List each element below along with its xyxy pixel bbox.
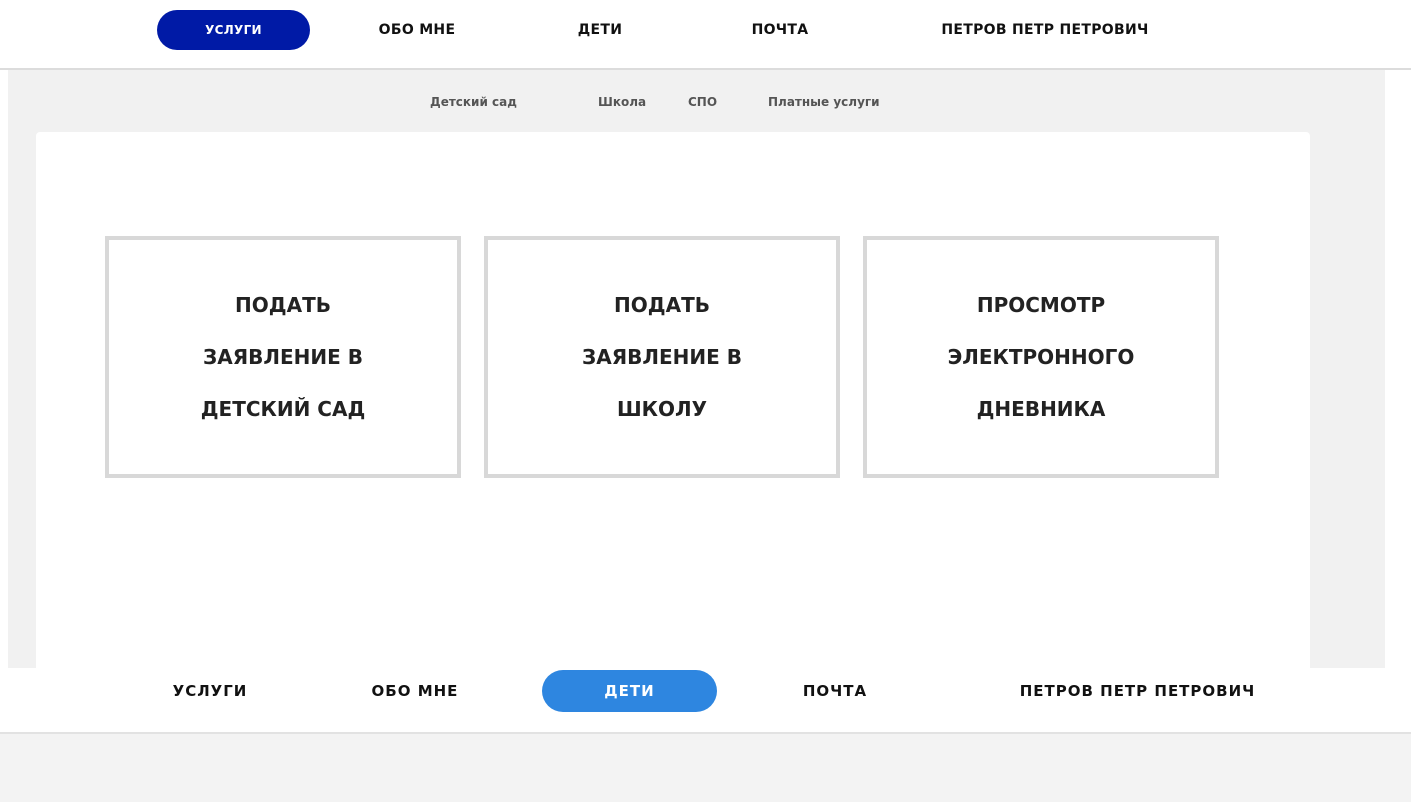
bottom-content-area xyxy=(0,734,1411,802)
bottom-nav: УСЛУГИ ОБО МНЕ ДЕТИ ПОЧТА ПЕТРОВ ПЕТР ПЕ… xyxy=(0,668,1411,734)
card-label: ПОДАТЬ ЗАЯВЛЕНИЕ В ШКОЛУ xyxy=(582,293,742,421)
subnav-item-school[interactable]: Школа xyxy=(598,92,646,112)
card-label: ПОДАТЬ ЗАЯВЛЕНИЕ В ДЕТСКИЙ САД xyxy=(200,293,366,421)
nav-bottom-item-about-me[interactable]: ОБО МНЕ xyxy=(350,670,480,712)
nav-top-item-mail[interactable]: ПОЧТА xyxy=(735,10,825,50)
nav-bottom-item-mail[interactable]: ПОЧТА xyxy=(785,670,885,712)
services-panel: ПОДАТЬ ЗАЯВЛЕНИЕ В ДЕТСКИЙ САД ПОДАТЬ ЗА… xyxy=(36,132,1310,668)
subnav-item-paid-services[interactable]: Платные услуги xyxy=(768,92,880,112)
subnav-item-spo[interactable]: СПО xyxy=(688,92,717,112)
card-electronic-diary[interactable]: ПРОСМОТР ЭЛЕКТРОННОГО ДНЕВНИКА xyxy=(863,236,1219,478)
nav-top-item-services[interactable]: УСЛУГИ xyxy=(157,10,310,50)
content-area: Детский сад Школа СПО Платные услуги ПОД… xyxy=(8,70,1385,668)
nav-top-item-user-name[interactable]: ПЕТРОВ ПЕТР ПЕТРОВИЧ xyxy=(915,10,1175,50)
top-nav: УСЛУГИ ОБО МНЕ ДЕТИ ПОЧТА ПЕТРОВ ПЕТР ПЕ… xyxy=(0,0,1411,70)
card-kindergarten-application[interactable]: ПОДАТЬ ЗАЯВЛЕНИЕ В ДЕТСКИЙ САД xyxy=(105,236,461,478)
nav-bottom-item-services[interactable]: УСЛУГИ xyxy=(150,670,270,712)
nav-top-item-about-me[interactable]: ОБО МНЕ xyxy=(362,10,472,50)
card-school-application[interactable]: ПОДАТЬ ЗАЯВЛЕНИЕ В ШКОЛУ xyxy=(484,236,840,478)
nav-bottom-item-children[interactable]: ДЕТИ xyxy=(542,670,717,712)
nav-top-item-children[interactable]: ДЕТИ xyxy=(560,10,640,50)
card-label: ПРОСМОТР ЭЛЕКТРОННОГО ДНЕВНИКА xyxy=(947,293,1135,421)
subnav-item-kindergarten[interactable]: Детский сад xyxy=(430,92,517,112)
nav-bottom-item-user-name[interactable]: ПЕТРОВ ПЕТР ПЕТРОВИЧ xyxy=(985,670,1290,712)
